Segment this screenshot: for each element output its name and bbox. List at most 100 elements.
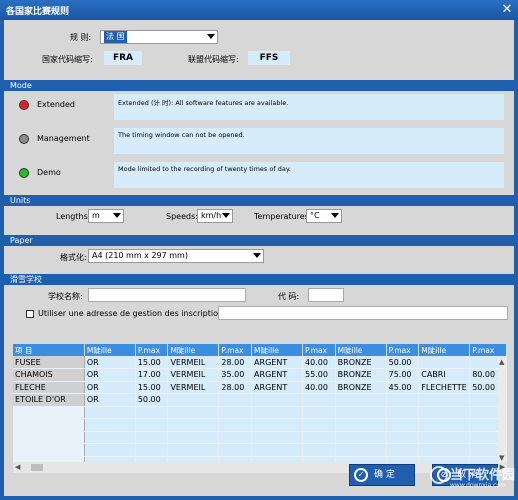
table-cell[interactable] (135, 406, 169, 419)
table-cell[interactable] (84, 431, 136, 444)
table-cell[interactable]: OR (84, 393, 136, 407)
vertical-scrollbar[interactable]: ▲ ▼ (498, 358, 507, 462)
dedicated-address-checkbox[interactable] (26, 310, 34, 318)
table-cell[interactable]: BRONZE (335, 356, 387, 369)
table-row-empty[interactable] (13, 431, 507, 444)
table-cell[interactable] (386, 431, 420, 444)
table-cell[interactable]: VERMEIL (167, 381, 220, 394)
temperatures-select[interactable]: °C (306, 209, 342, 223)
table-cell[interactable]: FLECHETTE (418, 381, 471, 394)
table-cell[interactable] (418, 393, 471, 407)
table-cell[interactable]: 45.00 (386, 381, 420, 394)
row-name-cell[interactable]: FUSEE (13, 356, 85, 369)
table-cell[interactable]: 50.00 (135, 393, 169, 407)
table-cell[interactable] (302, 443, 336, 457)
table-cell[interactable] (167, 431, 220, 444)
table-cell[interactable] (218, 418, 253, 432)
table-cell[interactable] (251, 418, 304, 432)
close-icon[interactable]: ✕ (500, 3, 514, 17)
table-row[interactable]: ETOILE D'OR OR 50.00 (13, 393, 507, 407)
table-cell[interactable] (386, 418, 420, 432)
table-cell[interactable]: OR (84, 368, 136, 382)
table-cell[interactable] (418, 443, 471, 457)
table-cell[interactable]: 75.00 (386, 368, 420, 382)
table-cell[interactable] (135, 431, 169, 444)
mode-row-demo[interactable]: Demo Mode limited to the recording of tw… (4, 158, 514, 188)
scroll-thumb[interactable] (31, 464, 43, 471)
table-cell[interactable] (418, 406, 471, 419)
table-cell[interactable]: ARGENT (251, 381, 304, 394)
school-name-input[interactable] (88, 288, 246, 302)
table-row[interactable]: FUSEE OR 15.00 VERMEIL 28.00 ARGENT 40.00 BRONZ… (13, 356, 507, 369)
row-name-cell[interactable]: ETOILE D'OR (13, 393, 85, 407)
mode-row-extended[interactable]: Extended Extended (计 时): All software fe… (4, 94, 514, 124)
table-cell[interactable]: OR (84, 356, 136, 369)
table-cell[interactable] (335, 443, 387, 457)
table-cell[interactable]: VERMEIL (167, 356, 220, 369)
table-row-empty[interactable] (13, 443, 507, 457)
column-header[interactable]: P.max (386, 344, 420, 356)
table-cell[interactable] (13, 431, 85, 444)
column-header[interactable]: P.max (135, 344, 169, 356)
table-cell[interactable] (135, 418, 169, 432)
table-cell[interactable]: 50.00 (386, 356, 420, 369)
table-cell[interactable]: 40.00 (302, 356, 336, 369)
table-cell[interactable]: VERMEIL (167, 368, 220, 382)
table-cell[interactable] (84, 406, 136, 419)
column-header[interactable]: P.max (218, 344, 253, 356)
table-cell[interactable] (84, 443, 136, 457)
lengths-select[interactable]: m (88, 209, 124, 223)
table-cell[interactable] (167, 443, 220, 457)
table-cell[interactable]: BRONZE (335, 368, 387, 382)
table-cell[interactable] (335, 431, 387, 444)
table-cell[interactable]: ARGENT (251, 356, 304, 369)
table-cell[interactable]: 15.00 (135, 381, 169, 394)
column-header[interactable]: P.max (302, 344, 336, 356)
table-cell[interactable]: CABRI (418, 368, 471, 382)
table-cell[interactable] (335, 393, 387, 407)
table-cell[interactable] (302, 406, 336, 419)
dedicated-address-input[interactable] (218, 306, 508, 320)
table-cell[interactable] (13, 406, 85, 419)
table-cell[interactable] (251, 443, 304, 457)
column-header[interactable]: M陡ille (167, 344, 220, 356)
table-cell[interactable] (386, 393, 420, 407)
column-header[interactable]: M陡ille (335, 344, 387, 356)
table-cell[interactable] (386, 406, 420, 419)
table-cell[interactable]: 55.00 (302, 368, 336, 382)
table-cell[interactable]: ARGENT (251, 368, 304, 382)
table-cell[interactable] (218, 406, 253, 419)
table-cell[interactable] (251, 393, 304, 407)
table-cell[interactable]: BRONZE (335, 381, 387, 394)
table-cell[interactable] (251, 406, 304, 419)
table-cell[interactable] (251, 431, 304, 444)
column-header[interactable]: M陡ille (251, 344, 304, 356)
table-cell[interactable]: 40.00 (302, 381, 336, 394)
table-cell[interactable] (302, 431, 336, 444)
table-cell[interactable] (218, 393, 253, 407)
table-cell[interactable] (13, 443, 85, 457)
column-header[interactable]: M陡ille (84, 344, 136, 356)
table-cell[interactable] (218, 443, 253, 457)
table-cell[interactable] (418, 356, 471, 369)
table-cell[interactable] (167, 393, 220, 407)
format-select[interactable]: A4 (210 mm x 297 mm) (88, 249, 264, 263)
table-row-empty[interactable] (13, 418, 507, 432)
scroll-left-icon[interactable]: ◀ (15, 463, 20, 471)
table-cell[interactable] (302, 393, 336, 407)
row-name-cell[interactable]: FLECHE (13, 381, 85, 394)
table-row-empty[interactable] (13, 406, 507, 419)
table-cell[interactable]: 15.00 (135, 356, 169, 369)
row-name-cell[interactable]: CHAMOIS (13, 368, 85, 382)
table-cell[interactable] (84, 418, 136, 432)
mode-row-management[interactable]: Management The timing window can not be … (4, 126, 514, 156)
table-cell[interactable] (167, 406, 220, 419)
table-cell[interactable] (418, 418, 471, 432)
ok-button[interactable]: ✓ 确 定 (349, 464, 415, 486)
table-row[interactable]: FLECHE OR 15.00 VERMEIL 28.00 ARGENT 40.00 BRON… (13, 381, 507, 394)
table-cell[interactable] (302, 418, 336, 432)
table-cell[interactable] (135, 443, 169, 457)
school-code-input[interactable] (308, 288, 344, 302)
table-cell[interactable] (13, 418, 85, 432)
rule-select[interactable]: 法 国 (100, 30, 218, 44)
